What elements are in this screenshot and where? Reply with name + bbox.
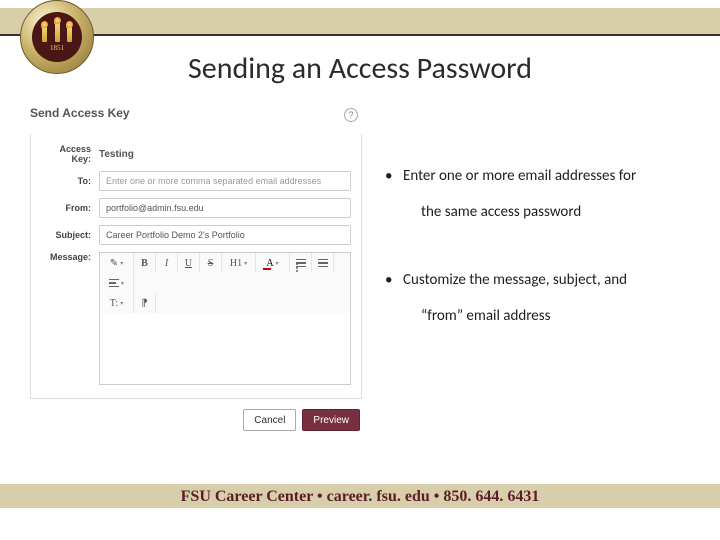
form-header: Send Access Key bbox=[30, 106, 362, 120]
subject-label: Subject: bbox=[41, 230, 99, 240]
page-title: Sending an Access Password bbox=[0, 50, 720, 87]
access-key-value: Testing bbox=[99, 149, 134, 160]
bullet-2: Customize the message, subject, and “fro… bbox=[385, 259, 695, 337]
align-menu-button[interactable]: ▾ bbox=[100, 273, 134, 293]
list-ol-button[interactable] bbox=[312, 253, 334, 273]
italic-button[interactable]: I bbox=[156, 253, 178, 273]
to-label: To: bbox=[41, 176, 99, 186]
to-input[interactable]: Enter one or more comma separated email … bbox=[99, 171, 351, 191]
bullet-1: Enter one or more email addresses for th… bbox=[385, 155, 695, 233]
bullet-list: Enter one or more email addresses for th… bbox=[385, 155, 695, 363]
heading-menu-button[interactable]: H1▾ bbox=[222, 253, 256, 273]
editor-toolbar: ✎▾ B I U S H1▾ A▾ ▾ bbox=[99, 252, 351, 293]
align-icon bbox=[109, 279, 119, 288]
help-icon[interactable]: ? bbox=[344, 108, 358, 122]
send-access-key-form: Send Access Key ? Access Key: Testing To… bbox=[30, 106, 362, 432]
message-label: Message: bbox=[41, 252, 99, 262]
top-line bbox=[0, 34, 720, 36]
underline-button[interactable]: U bbox=[178, 253, 200, 273]
message-editor[interactable] bbox=[99, 313, 351, 385]
access-key-label: Access Key: bbox=[41, 144, 99, 164]
top-band bbox=[0, 8, 720, 34]
preview-button[interactable]: Preview bbox=[302, 409, 360, 431]
font-color-button[interactable]: A▾ bbox=[256, 253, 290, 273]
torches-icon bbox=[42, 22, 72, 42]
subject-input[interactable]: Career Portfolio Demo 2's Portfolio bbox=[99, 225, 351, 245]
from-label: From: bbox=[41, 203, 99, 213]
list-ul-button[interactable] bbox=[290, 253, 312, 273]
embed-button[interactable]: ⁋ bbox=[134, 293, 156, 313]
list-ul-icon bbox=[296, 259, 306, 268]
format-menu-button[interactable]: ✎▾ bbox=[100, 253, 134, 273]
list-ol-icon bbox=[318, 259, 328, 268]
from-input[interactable]: portfolio@admin.fsu.edu bbox=[99, 198, 351, 218]
footer-text: FSU Career Center • career. fsu. edu • 8… bbox=[0, 488, 720, 506]
bold-button[interactable]: B bbox=[134, 253, 156, 273]
para-menu-button[interactable]: T:▾ bbox=[100, 293, 134, 313]
cancel-button[interactable]: Cancel bbox=[243, 409, 296, 431]
strike-button[interactable]: S bbox=[200, 253, 222, 273]
